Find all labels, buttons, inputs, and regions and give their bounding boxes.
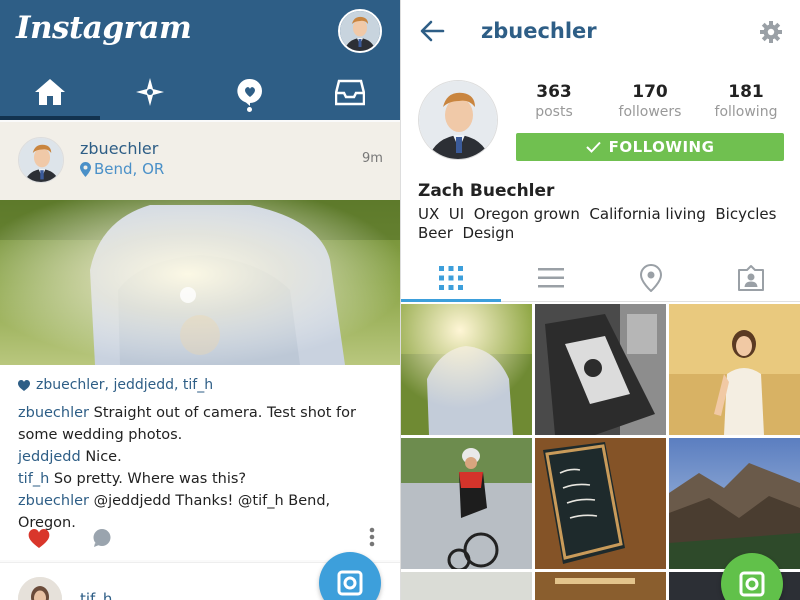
explore-icon: [136, 78, 164, 106]
news-icon: [237, 78, 262, 106]
comment: zbuechler Straight out of camera. Test s…: [18, 402, 388, 446]
profile-avatar[interactable]: [418, 80, 498, 160]
location-pin-icon: [80, 161, 91, 177]
camera-icon: [337, 570, 363, 596]
list-icon: [538, 268, 564, 288]
grid-photo[interactable]: [535, 438, 666, 569]
stat-followers-value: 170: [632, 82, 668, 102]
settings-button[interactable]: [759, 20, 783, 44]
profile-title: zbuechler: [481, 19, 597, 43]
next-post-username[interactable]: tif_h: [80, 590, 112, 600]
feed-header: Instagram: [0, 0, 400, 120]
post-likes[interactable]: zbuechler, jeddjedd, tif_h: [18, 377, 213, 393]
stat-following-value: 181: [728, 82, 764, 102]
home-icon: [35, 79, 65, 105]
post-timestamp: 9m: [362, 151, 383, 166]
profile-bio: UX UI Oregon grown California living Bic…: [418, 205, 786, 242]
following-button[interactable]: FOLLOWING: [516, 133, 784, 161]
post-photo[interactable]: [0, 200, 400, 365]
gear-icon: [760, 21, 782, 43]
tab-home[interactable]: [0, 68, 100, 116]
grid-photo[interactable]: [401, 304, 532, 435]
comment-user[interactable]: jeddjedd: [18, 449, 81, 465]
profile-avatar-button[interactable]: [338, 9, 382, 53]
grid-photo[interactable]: [669, 438, 800, 569]
grid-photo[interactable]: [401, 438, 532, 569]
more-options-button[interactable]: [368, 526, 376, 548]
profile-full-name: Zach Buechler: [418, 181, 555, 201]
tab-list-view[interactable]: [501, 257, 601, 299]
comment-user[interactable]: tif_h: [18, 471, 49, 487]
grid-icon: [439, 266, 463, 290]
grid-photo[interactable]: [669, 304, 800, 435]
tab-map-view[interactable]: [601, 257, 701, 299]
tab-explore[interactable]: [100, 68, 200, 116]
location-pin-icon: [640, 264, 662, 292]
tab-tagged-view[interactable]: [701, 257, 800, 299]
checkmark-icon: [585, 141, 601, 153]
heart-icon: [18, 379, 30, 391]
comment-user[interactable]: zbuechler: [18, 493, 89, 509]
post-author-avatar[interactable]: [18, 137, 64, 183]
stat-followers[interactable]: 170 followers: [605, 82, 695, 120]
camera-icon: [739, 571, 765, 597]
profile-screen: zbuechler 363 posts 170 followers 181 fo…: [400, 0, 800, 600]
active-tab-indicator: [0, 116, 100, 120]
news-indicator-dot: [247, 107, 252, 112]
heart-filled-icon: [28, 529, 50, 548]
post-caption-area: zbuechler, jeddjedd, tif_h zbuechler Str…: [0, 365, 400, 560]
stat-posts-value: 363: [536, 82, 572, 102]
post-header: zbuechler Bend, OR 9m: [0, 122, 400, 200]
comment: jeddjedd Nice.: [18, 446, 388, 468]
comment-bubble-icon: [93, 529, 111, 547]
post-location[interactable]: Bend, OR: [80, 160, 164, 178]
tab-inbox[interactable]: [300, 68, 400, 116]
comment-button[interactable]: [92, 528, 112, 548]
grid-photo[interactable]: [401, 572, 532, 600]
stat-following-label: following: [714, 104, 778, 120]
post-location-text: Bend, OR: [94, 160, 165, 178]
stat-following[interactable]: 181 following: [701, 82, 791, 120]
following-button-label: FOLLOWING: [608, 138, 715, 156]
comment: tif_h So pretty. Where was this?: [18, 468, 388, 490]
post-actions: [0, 520, 400, 556]
comment-text: So pretty. Where was this?: [53, 471, 247, 487]
tab-grid-view[interactable]: [401, 257, 501, 299]
comment-user[interactable]: zbuechler: [18, 405, 89, 421]
grid-photo[interactable]: [535, 572, 666, 600]
post-author-username[interactable]: zbuechler: [80, 139, 158, 158]
post-likes-text: zbuechler, jeddjedd, tif_h: [36, 377, 214, 393]
active-tab-indicator: [401, 299, 501, 302]
back-button[interactable]: [419, 18, 445, 44]
app-logo: Instagram: [16, 10, 192, 46]
tagged-person-icon: [738, 265, 764, 291]
feed-screen: Instagram zbuechler Bend, OR 9m zbuechle…: [0, 0, 400, 600]
grid-photo[interactable]: [535, 304, 666, 435]
back-arrow-icon: [420, 20, 445, 42]
inbox-icon: [335, 79, 365, 106]
comment-text: Nice.: [85, 449, 122, 465]
like-button[interactable]: [28, 529, 50, 548]
stat-posts-label: posts: [535, 104, 573, 120]
more-vertical-icon: [369, 527, 375, 547]
next-post-avatar[interactable]: [18, 577, 62, 600]
stat-followers-label: followers: [618, 104, 682, 120]
stat-posts[interactable]: 363 posts: [509, 82, 599, 120]
